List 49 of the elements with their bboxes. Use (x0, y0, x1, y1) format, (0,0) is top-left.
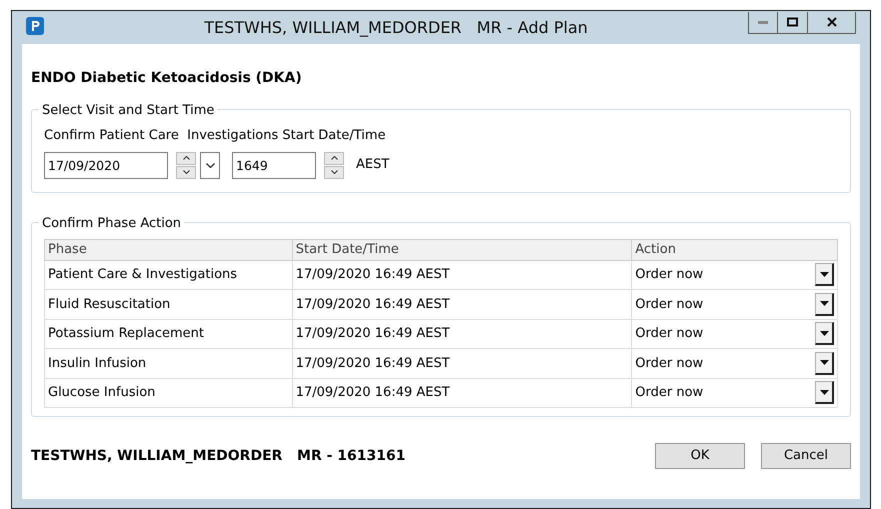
field-label: Confirm Patient Care Investigations Start Date/Time (44, 127, 387, 145)
dropdown-arrow-icon (820, 272, 828, 277)
spin-up-button[interactable] (176, 152, 196, 164)
table-cell: Fluid Resuscitation (44, 290, 292, 319)
timezone-label: AEST (356, 156, 390, 174)
table-cell: 17/09/2020 16:49 AEST (292, 348, 632, 378)
minimize-icon (758, 20, 768, 24)
up-caret-icon (182, 156, 190, 160)
dropdown-button[interactable] (815, 322, 834, 346)
dropdown-button[interactable] (815, 292, 834, 316)
cancel-button[interactable]: Cancel (761, 443, 851, 469)
plan-title: ENDO Diabetic Ketoacidosis (DKA) (31, 69, 303, 88)
maximize-button[interactable] (778, 12, 808, 34)
maximize-icon (787, 17, 798, 27)
up-caret-icon (330, 156, 338, 160)
close-button[interactable] (808, 12, 856, 34)
dropdown-arrow-icon (820, 360, 828, 366)
down-caret-icon (330, 170, 338, 174)
column-header: Action (632, 240, 838, 260)
ok-button[interactable]: OK (655, 443, 745, 469)
time-field[interactable]: 1649 (232, 152, 316, 178)
minimize-button[interactable] (748, 12, 778, 34)
app-icon (26, 16, 44, 34)
spin-down-button[interactable] (324, 166, 344, 178)
spin-down-button[interactable] (176, 166, 196, 178)
dropdown-button[interactable] (815, 263, 834, 286)
table-cell: Insulin Infusion (44, 348, 292, 378)
dropdown-arrow-icon (820, 390, 828, 395)
patient-label: TESTWHS, WILLIAM_MEDORDER MR - 1613161 (31, 446, 406, 466)
date-field[interactable]: 17/09/2020 (44, 152, 168, 178)
down-caret-icon (182, 170, 190, 174)
table-cell: 17/09/2020 16:49 AEST (292, 319, 632, 348)
window-title: TESTWHS, WILLIAM_MEDORDER MR - Add Plan (203, 16, 589, 39)
column-header: Phase (44, 240, 292, 260)
spin-up-button[interactable] (324, 152, 344, 164)
table-cell: Patient Care & Investigations (44, 260, 292, 290)
table-cell: 17/09/2020 16:49 AEST (292, 378, 632, 408)
column-header: Start Date/Time (292, 240, 632, 260)
dropdown-button[interactable] (815, 381, 834, 404)
table-cell: 17/09/2020 16:49 AEST (292, 290, 632, 319)
dropdown-button[interactable] (815, 352, 834, 375)
dropdown-arrow-icon (820, 330, 828, 336)
close-icon (826, 17, 836, 27)
table-cell: 17/09/2020 16:49 AEST (292, 260, 632, 290)
down-caret-icon (206, 162, 214, 168)
dropdown-arrow-icon (820, 301, 828, 306)
table-cell: Glucose Infusion (44, 378, 292, 408)
table-cell: Potassium Replacement (44, 319, 292, 348)
calendar-dropdown-button[interactable] (200, 152, 220, 178)
